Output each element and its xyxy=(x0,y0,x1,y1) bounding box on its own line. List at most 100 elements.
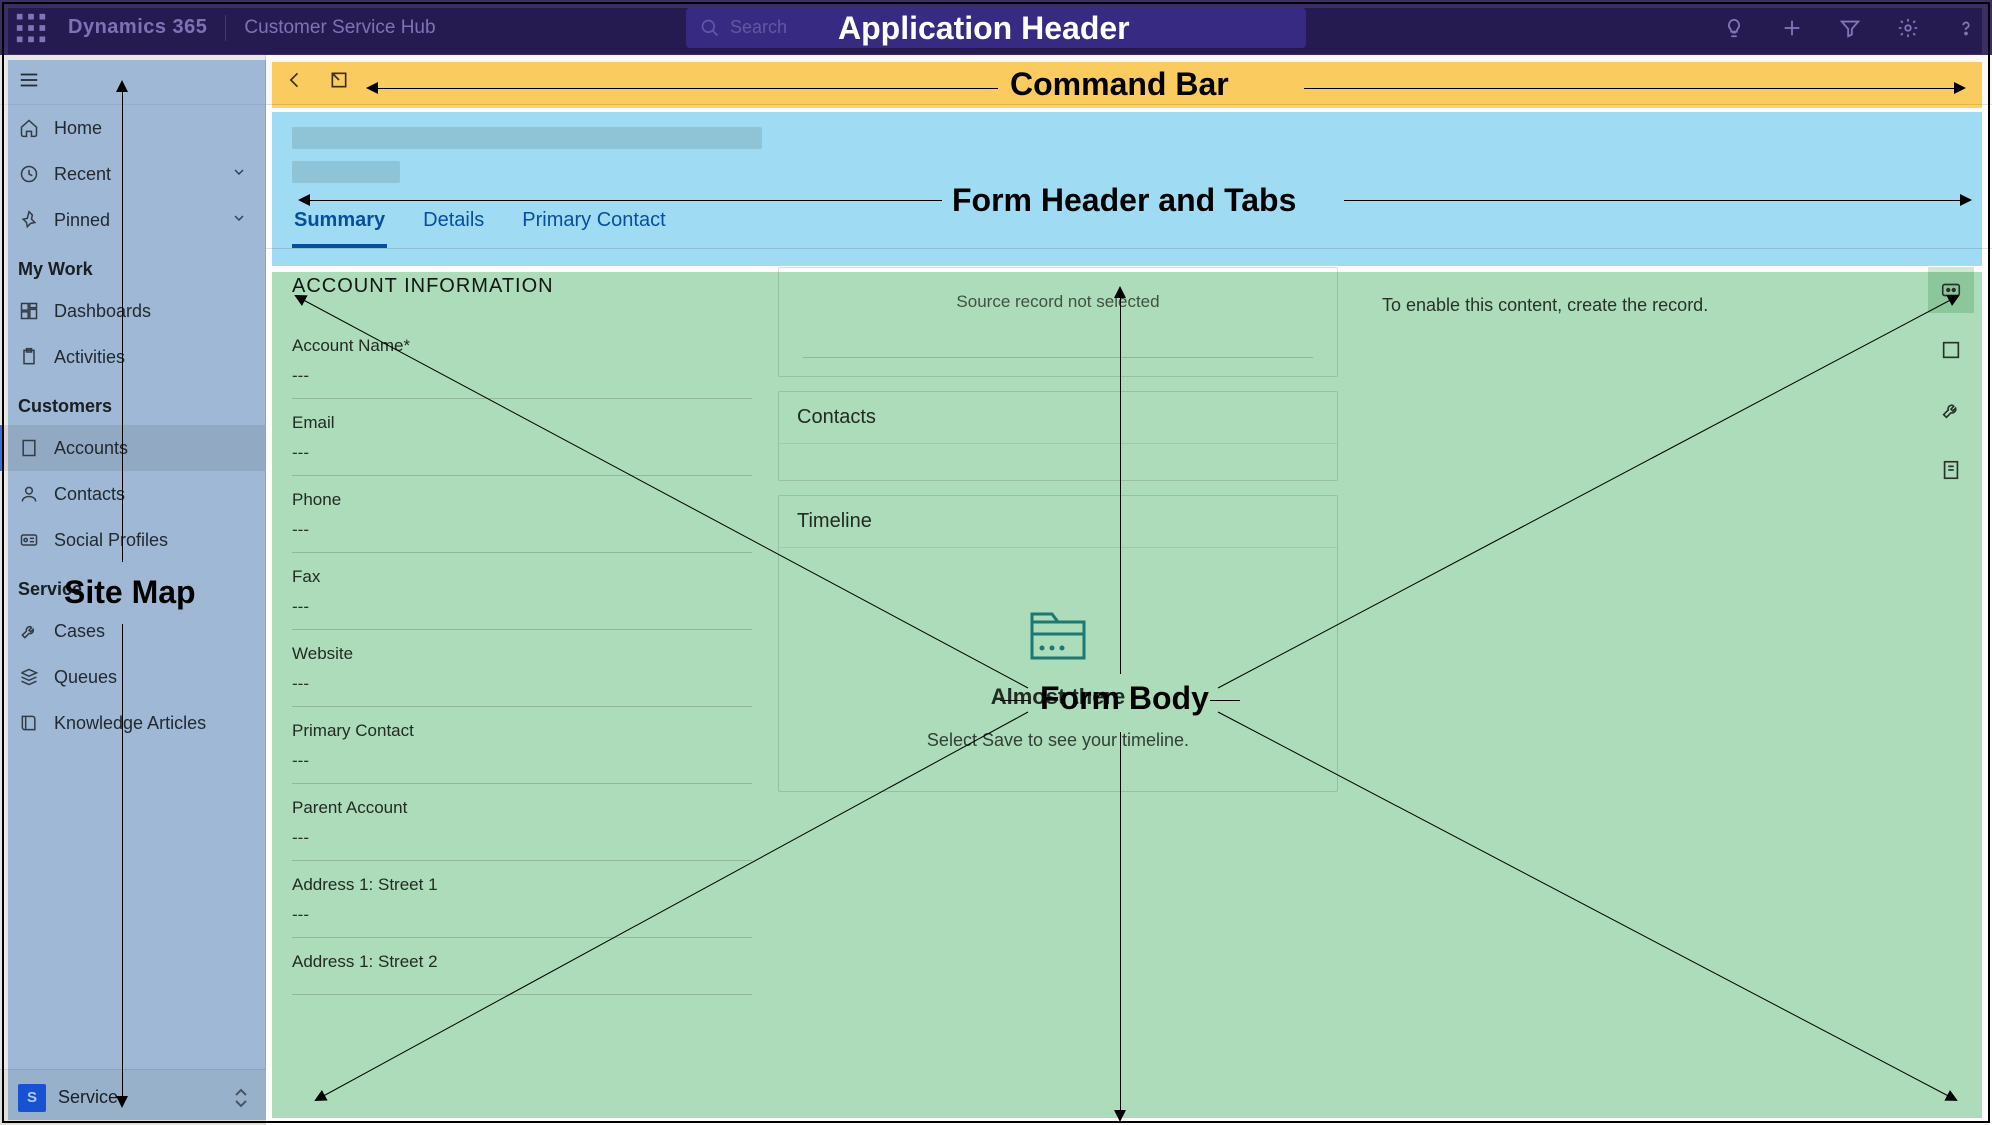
search-icon xyxy=(700,18,720,38)
sidebar-item-activities[interactable]: Activities xyxy=(0,334,265,380)
form-body: ACCOUNT INFORMATION Account Name* ---Ema… xyxy=(266,249,1992,1069)
field-address-1-street-2[interactable]: Address 1: Street 2 xyxy=(292,938,752,995)
related-pane-knowledge-button[interactable] xyxy=(1928,447,1974,493)
related-pane-assistant-button[interactable] xyxy=(1928,267,1974,313)
field-label: Website xyxy=(292,644,752,664)
sidebar-item-label: Social Profiles xyxy=(54,530,168,551)
plus-icon[interactable] xyxy=(1780,16,1804,40)
sidebar-item-label: Accounts xyxy=(54,438,128,459)
field-label: Address 1: Street 1 xyxy=(292,875,752,895)
sidebar-item-label: Cases xyxy=(54,621,105,642)
related-pane-rail xyxy=(1928,267,1974,493)
sidebar-item-social-profiles[interactable]: Social Profiles xyxy=(0,517,265,563)
area-switcher-label: Service xyxy=(58,1087,118,1108)
sidebar-item-queues[interactable]: Queues xyxy=(0,654,265,700)
clock-icon xyxy=(18,163,40,185)
timeline-card: Timeline Almost there Select Save to see… xyxy=(778,495,1338,792)
form-subtitle-placeholder xyxy=(292,161,400,183)
field-value: --- xyxy=(292,597,752,617)
open-in-new-window-button[interactable] xyxy=(320,61,358,99)
field-label: Address 1: Street 2 xyxy=(292,952,752,972)
area-switcher[interactable]: S Service xyxy=(0,1069,266,1125)
sidebar-item-contacts[interactable]: Contacts xyxy=(0,471,265,517)
app-launcher-icon[interactable] xyxy=(14,11,48,45)
field-primary-contact[interactable]: Primary Contact --- xyxy=(292,707,752,784)
field-fax[interactable]: Fax --- xyxy=(292,553,752,630)
filter-icon[interactable] xyxy=(1838,16,1862,40)
lightbulb-icon[interactable] xyxy=(1722,16,1746,40)
application-header: Dynamics 365 Customer Service Hub Search xyxy=(0,0,1992,55)
field-value: --- xyxy=(292,674,752,694)
related-pane-tools-button[interactable] xyxy=(1928,387,1974,433)
building-icon xyxy=(18,437,40,459)
account-info-heading: ACCOUNT INFORMATION xyxy=(292,267,752,308)
tab-summary[interactable]: Summary xyxy=(292,201,387,248)
section-my-work: My Work xyxy=(0,243,265,288)
home-icon xyxy=(18,117,40,139)
field-value: --- xyxy=(292,366,752,386)
related-pane-tab1-button[interactable] xyxy=(1928,327,1974,373)
command-bar xyxy=(266,55,1992,105)
clipboard-icon xyxy=(18,346,40,368)
sidebar-item-label: Activities xyxy=(54,347,125,368)
search-placeholder: Search xyxy=(730,17,787,38)
field-phone[interactable]: Phone --- xyxy=(292,476,752,553)
contacts-card[interactable]: Contacts xyxy=(778,391,1338,481)
tab-primary-contact[interactable]: Primary Contact xyxy=(520,201,667,248)
sidebar-item-recent[interactable]: Recent xyxy=(0,151,265,197)
chevron-down-icon xyxy=(231,210,247,231)
enable-content-message: To enable this content, create the recor… xyxy=(1364,267,1974,326)
field-label: Phone xyxy=(292,490,752,510)
sidebar-item-label: Knowledge Articles xyxy=(54,713,206,734)
field-value: --- xyxy=(292,828,752,848)
field-value: --- xyxy=(292,443,752,463)
hamburger-icon xyxy=(18,69,40,91)
sidebar-item-cases[interactable]: Cases xyxy=(0,608,265,654)
tab-details[interactable]: Details xyxy=(421,201,486,248)
sidebar-item-dashboards[interactable]: Dashboards xyxy=(0,288,265,334)
sidebar-item-label: Queues xyxy=(54,667,117,688)
field-label: Parent Account xyxy=(292,798,752,818)
global-search[interactable]: Search xyxy=(686,8,1306,48)
field-value: --- xyxy=(292,520,752,540)
field-label: Primary Contact xyxy=(292,721,752,741)
person-icon xyxy=(18,483,40,505)
timeline-empty-subtitle: Select Save to see your timeline. xyxy=(927,730,1189,751)
back-button[interactable] xyxy=(276,61,314,99)
sidebar-item-home[interactable]: Home xyxy=(0,105,265,151)
help-icon[interactable] xyxy=(1954,16,1978,40)
form-title-placeholder xyxy=(292,127,762,149)
timeline-title: Timeline xyxy=(779,496,1337,548)
sidebar-item-knowledge-articles[interactable]: Knowledge Articles xyxy=(0,700,265,746)
sidebar-item-label: Pinned xyxy=(54,210,110,231)
sidebar-item-pinned[interactable]: Pinned xyxy=(0,197,265,243)
section-customers: Customers xyxy=(0,380,265,425)
pin-icon xyxy=(18,209,40,231)
field-label: Account Name* xyxy=(292,336,752,356)
form-header-and-tabs: Summary Details Primary Contact xyxy=(266,105,1992,249)
header-divider xyxy=(225,15,226,41)
field-parent-account[interactable]: Parent Account --- xyxy=(292,784,752,861)
sitemap-toggle[interactable] xyxy=(0,55,265,105)
brand-name[interactable]: Dynamics 365 xyxy=(68,16,207,39)
field-value: --- xyxy=(292,751,752,771)
source-record-message: Source record not selected xyxy=(779,268,1337,357)
area-switcher-badge: S xyxy=(18,1084,46,1112)
timeline-empty-icon xyxy=(1026,608,1090,664)
field-email[interactable]: Email --- xyxy=(292,399,752,476)
field-label: Email xyxy=(292,413,752,433)
stack-icon xyxy=(18,666,40,688)
field-address-1-street-1[interactable]: Address 1: Street 1 --- xyxy=(292,861,752,938)
field-website[interactable]: Website --- xyxy=(292,630,752,707)
field-account-name[interactable]: Account Name* --- xyxy=(292,322,752,399)
field-value: --- xyxy=(292,905,752,925)
app-name[interactable]: Customer Service Hub xyxy=(244,17,435,39)
chevron-down-icon xyxy=(231,164,247,185)
contacts-title: Contacts xyxy=(779,392,1337,444)
gear-icon[interactable] xyxy=(1896,16,1920,40)
wrench-icon xyxy=(18,620,40,642)
timeline-empty-title: Almost there xyxy=(991,684,1125,710)
field-label: Fax xyxy=(292,567,752,587)
sidebar-item-accounts[interactable]: Accounts xyxy=(0,425,265,471)
dashboard-icon xyxy=(18,300,40,322)
